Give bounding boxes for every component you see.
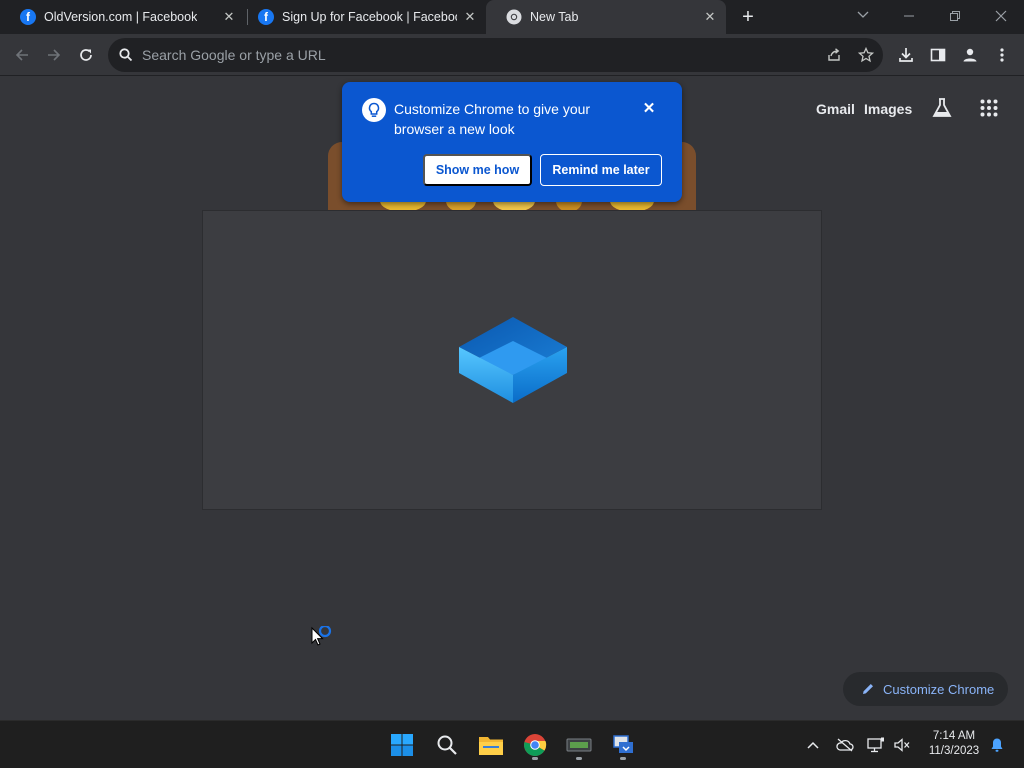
facebook-icon: f (258, 9, 274, 25)
chrome-menu-button[interactable] (990, 43, 1014, 67)
close-tab-icon[interactable]: ✕ (221, 9, 237, 25)
search-icon (437, 735, 457, 755)
restore-button[interactable] (932, 0, 978, 34)
mouse-cursor-busy-icon (310, 624, 336, 657)
customize-chrome-label: Customize Chrome (883, 681, 995, 697)
bell-icon (991, 738, 1003, 752)
gmail-link[interactable]: Gmail (816, 101, 855, 117)
network-icon (867, 737, 884, 753)
show-hidden-icons-button[interactable] (803, 735, 823, 755)
lightbulb-icon (362, 98, 386, 122)
close-tab-icon[interactable]: ✕ (702, 9, 718, 25)
profile-icon (963, 48, 977, 62)
network-status-button[interactable] (866, 735, 886, 755)
callout-message: Customize Chrome to give your browser a … (394, 101, 591, 137)
app-installer-box-icon (459, 317, 567, 403)
pencil-icon (863, 684, 873, 694)
arrow-right-icon (48, 49, 61, 61)
reload-icon (80, 49, 92, 61)
share-icon (828, 48, 840, 61)
windows-logo-icon (391, 734, 413, 756)
more-vert-icon (1000, 48, 1004, 62)
app-installer-icon (613, 735, 633, 753)
taskbar-chrome-button[interactable] (519, 729, 551, 761)
reload-button[interactable] (74, 43, 98, 67)
downloads-button[interactable] (894, 43, 918, 67)
bookmark-button[interactable] (854, 43, 878, 67)
labs-button[interactable] (931, 97, 953, 124)
facebook-icon: f (20, 9, 36, 25)
search-icon (119, 48, 133, 62)
arrow-left-icon (15, 49, 28, 61)
profile-button[interactable] (958, 43, 982, 67)
volume-muted-icon (894, 738, 910, 752)
windows-start-button[interactable] (386, 729, 418, 761)
google-apps-button[interactable] (980, 99, 998, 122)
close-tab-icon[interactable]: ✕ (462, 9, 478, 25)
windows-taskbar: 7:14 AM 11/3/2023 (0, 720, 1024, 768)
running-indicator (532, 757, 538, 760)
volume-button[interactable] (892, 735, 912, 755)
taskbar-app-window-button[interactable] (563, 729, 595, 761)
taskbar-app-installer-button[interactable] (607, 729, 639, 761)
google-chrome-icon (524, 734, 547, 756)
running-indicator (620, 757, 626, 760)
show-me-how-button[interactable]: Show me how (423, 154, 532, 186)
download-icon (899, 48, 913, 62)
flask-icon (932, 98, 952, 117)
side-panel-icon (930, 48, 946, 62)
star-icon (858, 47, 874, 63)
customize-chrome-callout: Customize Chrome to give your browser a … (342, 82, 682, 202)
new-tab-page: Gmail Images Customize Chrome to give yo… (0, 77, 1024, 720)
customize-chrome-button[interactable]: Customize Chrome (843, 672, 1008, 706)
tab-new-tab[interactable]: New Tab ✕ (486, 0, 726, 34)
new-tab-button[interactable]: + (736, 6, 760, 28)
chrome-icon (506, 9, 522, 25)
side-panel-button[interactable] (926, 43, 950, 67)
tab-title: New Tab (530, 10, 579, 24)
taskbar-search-button[interactable] (431, 729, 463, 761)
system-clock[interactable]: 7:14 AM 11/3/2023 (918, 729, 990, 759)
browser-toolbar (0, 34, 1024, 76)
address-input[interactable] (142, 38, 822, 72)
forward-button[interactable] (42, 43, 66, 67)
cloud-off-icon (836, 738, 854, 752)
clock-date: 11/3/2023 (928, 745, 980, 757)
remind-me-later-button[interactable]: Remind me later (540, 154, 662, 186)
tab-oldversion[interactable]: f OldVersion.com | Facebook ✕ (0, 0, 245, 34)
file-explorer-button[interactable] (475, 729, 507, 761)
tab-signup[interactable]: f Sign Up for Facebook | Facebook ✕ (238, 0, 486, 34)
chevron-up-icon (807, 741, 819, 749)
close-window-button[interactable] (978, 0, 1024, 34)
folder-icon (479, 737, 503, 755)
minimize-button[interactable] (886, 0, 932, 34)
images-link[interactable]: Images (864, 101, 912, 117)
onedrive-status-button[interactable] (835, 735, 855, 755)
notifications-button[interactable] (987, 735, 1007, 755)
close-callout-icon[interactable]: ✕ (640, 100, 658, 118)
app-window-icon (566, 738, 592, 752)
running-indicator (576, 757, 582, 760)
clock-time: 7:14 AM (932, 730, 976, 742)
back-button[interactable] (10, 43, 34, 67)
tab-strip: f OldVersion.com | Facebook ✕ f Sign Up … (0, 0, 1024, 34)
tab-title: Sign Up for Facebook | Facebook (282, 10, 457, 24)
tab-search-icon[interactable] (840, 0, 886, 34)
address-bar[interactable] (108, 38, 883, 72)
tab-title: OldVersion.com | Facebook (44, 10, 198, 24)
apps-grid-icon (980, 99, 998, 117)
share-button[interactable] (822, 43, 846, 67)
screen: f OldVersion.com | Facebook ✕ f Sign Up … (0, 0, 1024, 768)
loading-panel (202, 210, 822, 510)
